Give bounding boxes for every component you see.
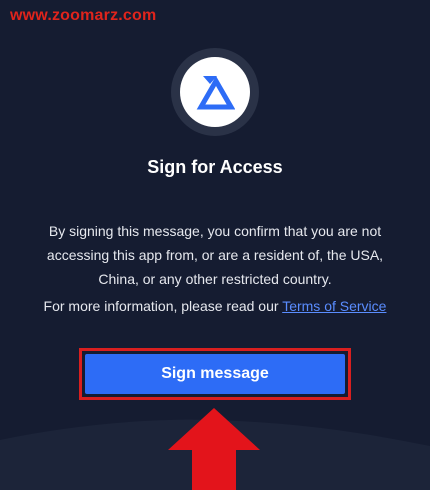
- info-prefix: For more information, please read our: [43, 298, 283, 314]
- logo-badge: [180, 57, 250, 127]
- dialog-message: By signing this message, you confirm tha…: [46, 223, 384, 287]
- dialog-title: Sign for Access: [147, 157, 283, 177]
- sign-access-dialog: www.zoomarz.com Sign for Access By signi…: [0, 0, 430, 490]
- up-arrow-icon: [168, 408, 260, 490]
- delta-triangle-icon: [196, 75, 235, 110]
- sign-message-button[interactable]: Sign message: [85, 354, 345, 394]
- info-line: For more information, please read our Te…: [20, 296, 410, 316]
- terms-of-service-link[interactable]: Terms of Service: [282, 298, 386, 314]
- app-logo: [171, 48, 259, 136]
- watermark-text: www.zoomarz.com: [10, 7, 157, 24]
